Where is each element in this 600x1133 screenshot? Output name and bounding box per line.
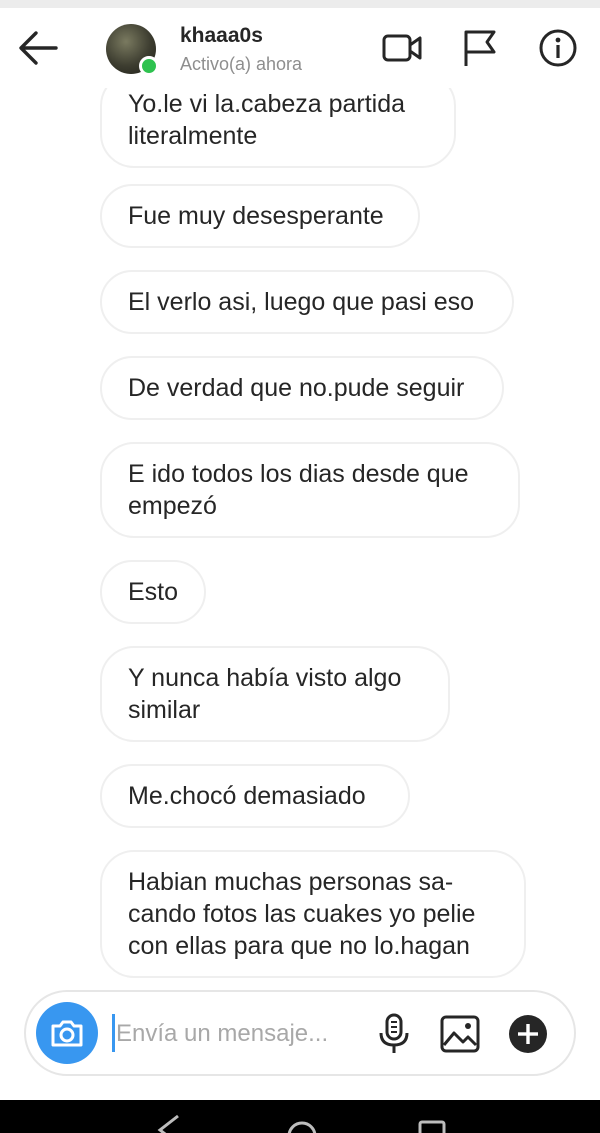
camera-button[interactable] [36,1002,98,1064]
status-bar [0,0,600,8]
more-options-button[interactable] [506,1012,550,1056]
info-icon [539,29,577,67]
gallery-button[interactable] [438,1012,482,1056]
message-bubble[interactable]: Esto [100,560,206,624]
microphone-icon [379,1013,409,1053]
online-indicator [139,56,159,76]
back-button[interactable] [14,24,62,72]
video-call-button[interactable] [380,28,424,68]
avatar[interactable] [106,24,159,76]
info-button[interactable] [536,28,580,68]
home-circle-icon[interactable] [282,1112,322,1133]
presence-status: Activo(a) ahora [180,54,303,74]
message-bubble[interactable]: El verlo asi, luego que pasi eso [100,270,514,334]
text-caret [112,1014,115,1052]
flag-icon [464,30,496,66]
message-input[interactable] [116,1016,366,1052]
plus-icon [509,1015,547,1053]
image-icon [440,1015,480,1053]
message-bubble[interactable]: E ido todos los dias desde que empezó [100,442,520,538]
message-composer [24,990,576,1076]
camera-icon [51,1020,83,1047]
chat-header: khaaa0s Activo(a) ahora [0,8,600,88]
message-bubble[interactable]: De verdad que no.pude seguir [100,356,504,420]
video-camera-icon [382,34,422,62]
arrow-left-icon [19,31,58,65]
message-bubble[interactable]: Fue muy desesperante [100,184,420,248]
message-bubble[interactable]: Habian muchas personas sa- cando fotos l… [100,850,526,978]
report-button[interactable] [458,28,502,68]
message-bubble[interactable]: Yo.le vi la.cabeza partida literalmente [100,88,456,168]
recents-square-icon[interactable] [412,1112,452,1133]
back-triangle-icon[interactable] [150,1112,190,1133]
message-bubble[interactable]: Me.chocó demasiado [100,764,410,828]
username[interactable]: khaaa0s [180,24,263,48]
android-navigation-bar [0,1100,600,1133]
voice-message-button[interactable] [372,1012,416,1056]
message-thread[interactable]: Yo.le vi la.cabeza partida literalmente … [0,88,600,978]
message-bubble[interactable]: Y nunca había visto algo similar [100,646,450,742]
